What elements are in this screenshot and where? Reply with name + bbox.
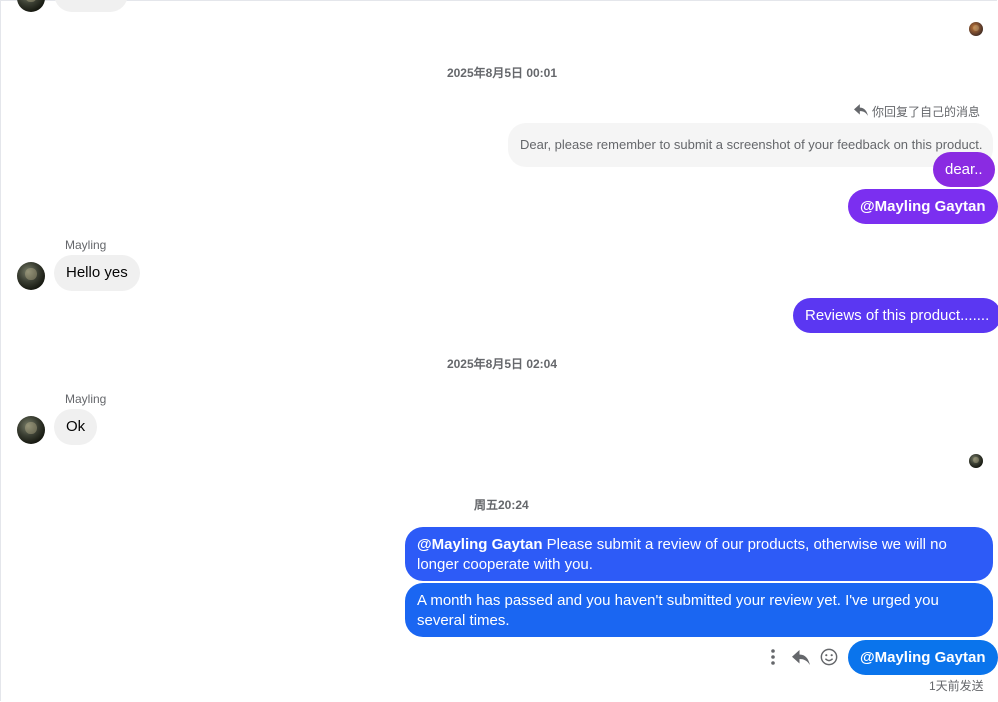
read-receipt-avatar [969,454,983,468]
message-bubble-incoming[interactable] [54,0,128,12]
reply-icon[interactable] [789,645,813,669]
read-receipt-avatar [969,22,983,36]
message-bubble-outgoing[interactable]: A month has passed and you haven't submi… [405,583,993,637]
sender-name: Mayling [65,392,107,406]
sent-status: 1天前发送 [929,679,984,693]
message-bubble-outgoing[interactable]: dear.. [933,152,995,187]
message-bubble-outgoing-mention[interactable]: @Mayling Gaytan [848,640,998,675]
message-bubble-outgoing-mention[interactable]: @Mayling Gaytan [848,189,998,224]
timestamp: 周五20:24 [474,498,529,512]
timestamp: 2025年8月5日 02:04 [446,357,558,371]
reply-note-label: 你回复了自己的消息 [872,105,981,119]
sender-name: Mayling [65,238,107,252]
timestamp: 2025年8月5日 00:01 [446,66,558,80]
message-bubble-incoming[interactable]: Ok [54,409,98,445]
reply-icon [854,104,868,119]
reply-note: 你回复了自己的消息 [854,103,980,120]
more-vertical-icon[interactable] [761,645,785,669]
contact-avatar[interactable] [17,262,45,290]
contact-avatar[interactable] [17,416,45,444]
message-bubble-outgoing[interactable]: @Mayling Gaytan Please submit a review o… [405,527,993,581]
mention[interactable]: @Mayling Gaytan [417,536,543,553]
message-bubble-incoming[interactable]: Hello yes [54,255,140,291]
emoji-icon[interactable] [817,645,841,669]
message-bubble-outgoing[interactable]: Reviews of this product....... [793,298,998,333]
quoted-message[interactable]: Dear, please remember to submit a screen… [508,123,993,167]
